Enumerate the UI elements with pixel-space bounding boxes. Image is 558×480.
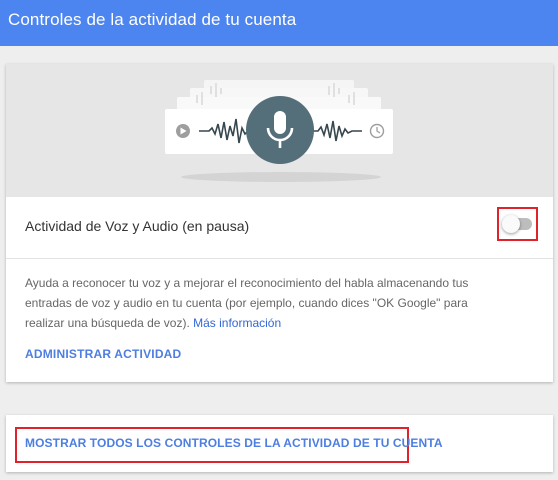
page-title: Controles de la actividad de tu cuenta <box>8 10 297 29</box>
show-all-controls-link[interactable]: MOSTRAR TODOS LOS CONTROLES DE LA ACTIVI… <box>25 436 443 450</box>
show-all-controls-card: MOSTRAR TODOS LOS CONTROLES DE LA ACTIVI… <box>6 415 553 472</box>
play-icon <box>176 124 190 138</box>
setting-label: Actividad de Voz y Audio (en pausa) <box>25 218 250 234</box>
toggle-thumb <box>502 215 520 233</box>
setting-description: Ayuda a reconocer tu voz y a mejorar el … <box>25 273 495 333</box>
manage-activity-link[interactable]: ADMINISTRAR ACTIVIDAD <box>25 347 181 361</box>
voice-audio-setting-row: Actividad de Voz y Audio (en pausa) <box>6 197 553 259</box>
microphone-icon <box>246 96 314 164</box>
more-info-link[interactable]: Más información <box>193 316 281 330</box>
voice-audio-toggle[interactable] <box>502 215 534 233</box>
voice-activity-card: Actividad de Voz y Audio (en pausa) Ayud… <box>6 64 553 382</box>
voice-illustration <box>6 64 553 197</box>
app-bar: Controles de la actividad de tu cuenta <box>0 0 558 46</box>
